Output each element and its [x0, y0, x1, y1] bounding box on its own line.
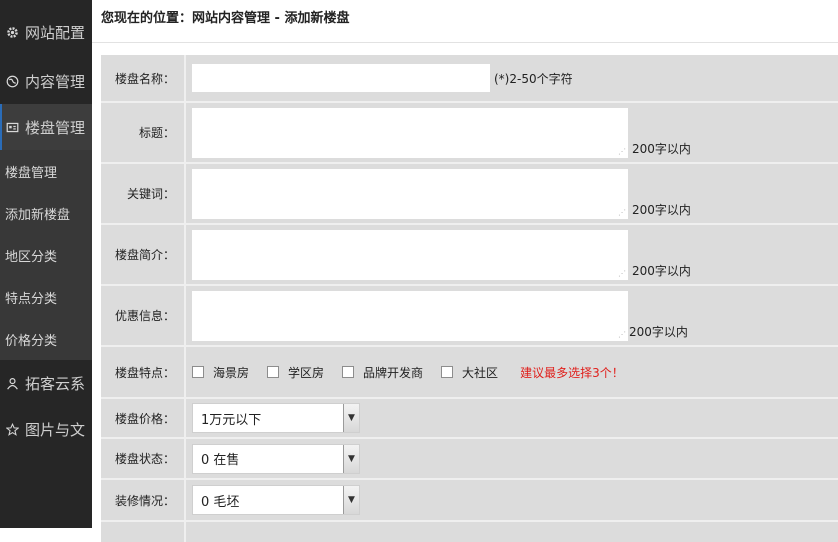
- decoration-select[interactable]: 0 毛坯 ▼: [192, 485, 360, 515]
- menu-item-property-management[interactable]: 楼盘管理: [0, 104, 92, 150]
- price-label: 楼盘价格：: [101, 399, 186, 437]
- price-select[interactable]: 1万元以下 ▼: [192, 403, 360, 433]
- submenu-item-property-list[interactable]: 楼盘管理: [0, 150, 92, 192]
- resize-grip-icon[interactable]: ⋰: [618, 208, 626, 217]
- menu-label: 图片与文: [25, 420, 86, 439]
- checkbox[interactable]: [342, 366, 355, 378]
- form-row-promo: 优惠信息： ⋰ 200字以内: [101, 286, 838, 347]
- keywords-label: 关键词：: [101, 164, 186, 223]
- feature-checkbox-group: 海景房 学区房 品牌开发商 大社区 建议最多选择3个！: [192, 364, 624, 381]
- add-property-form: 楼盘名称： (*)2-50个字符 标题： ⋰ 200字以内 关键词： ⋰ 200…: [101, 55, 838, 542]
- form-row-title: 标题： ⋰ 200字以内: [101, 103, 838, 164]
- promo-label: 优惠信息：: [101, 286, 186, 345]
- checkbox[interactable]: [441, 366, 454, 378]
- features-label: 楼盘特点：: [101, 347, 186, 397]
- checkbox[interactable]: [192, 366, 204, 378]
- intro-label: 楼盘简介：: [101, 225, 186, 284]
- menu-item-tuoke-cloud[interactable]: 拓客云系: [0, 360, 92, 406]
- chevron-down-icon[interactable]: ▼: [343, 444, 359, 473]
- name-label: 楼盘名称：: [101, 55, 186, 101]
- form-row-features: 楼盘特点： 海景房 学区房 品牌开发商 大社区 建议最多选择3个！: [101, 347, 838, 399]
- feature-warning: 建议最多选择3个！: [520, 365, 624, 380]
- field-cell: [186, 522, 838, 542]
- label-cell: [101, 522, 186, 542]
- form-row-price: 楼盘价格： 1万元以下 ▼: [101, 399, 838, 439]
- promo-hint: 200字以内: [629, 325, 688, 339]
- name-hint: (*)2-50个字符: [494, 71, 573, 86]
- submenu-item-add-property[interactable]: 添加新楼盘: [0, 192, 92, 234]
- status-select[interactable]: 0 在售 ▼: [192, 443, 360, 474]
- feature-option-brand-developer[interactable]: 品牌开发商: [342, 364, 423, 381]
- menu-label: 楼盘管理: [25, 118, 86, 137]
- resize-grip-icon[interactable]: ⋰: [618, 269, 626, 278]
- checkbox[interactable]: [267, 366, 280, 378]
- promo-textarea[interactable]: ⋰: [192, 290, 628, 341]
- decoration-selected-value: 0 毛坯: [201, 494, 240, 510]
- status-label: 楼盘状态：: [101, 439, 186, 478]
- title-textarea[interactable]: ⋰: [192, 107, 628, 158]
- submenu-item-price-category[interactable]: 价格分类: [0, 318, 92, 360]
- keywords-textarea[interactable]: ⋰: [192, 168, 628, 219]
- feature-option-large-community[interactable]: 大社区: [441, 364, 498, 381]
- form-row-decoration: 装修情况： 0 毛坯 ▼: [101, 480, 838, 522]
- menu-item-content-management[interactable]: 内容管理: [0, 58, 92, 104]
- main-content: 您现在的位置：网站内容管理 - 添加新楼盘 楼盘名称： (*)2-50个字符 标…: [92, 0, 838, 542]
- feature-option-school-district[interactable]: 学区房: [267, 364, 324, 381]
- decoration-label: 装修情况：: [101, 480, 186, 520]
- building-icon: [4, 119, 20, 135]
- submenu-item-feature-category[interactable]: 特点分类: [0, 276, 92, 318]
- form-row-status: 楼盘状态： 0 在售 ▼: [101, 439, 838, 480]
- title-hint: 200字以内: [632, 142, 691, 156]
- globe-icon: [4, 73, 20, 89]
- menu-item-images-text[interactable]: 图片与文: [0, 406, 92, 452]
- price-selected-value: 1万元以下: [201, 412, 262, 428]
- resize-grip-icon[interactable]: ⋰: [618, 330, 626, 339]
- submenu: 楼盘管理 添加新楼盘 地区分类 特点分类 价格分类: [0, 150, 92, 360]
- breadcrumb: 您现在的位置：网站内容管理 - 添加新楼盘: [92, 0, 838, 43]
- keywords-hint: 200字以内: [632, 203, 691, 217]
- menu-label: 拓客云系: [25, 374, 86, 393]
- menu-label: 网站配置: [25, 24, 86, 42]
- gear-icon: [4, 25, 20, 41]
- sidebar: 网站配置 内容管理 楼盘管理 楼盘管理 添加新楼盘 地区分类 特点分类 价格分类…: [0, 0, 92, 528]
- title-label: 标题：: [101, 103, 186, 162]
- feature-option-seaview[interactable]: 海景房: [192, 364, 249, 381]
- submenu-item-region-category[interactable]: 地区分类: [0, 234, 92, 276]
- form-row-partial: [101, 522, 838, 542]
- form-row-name: 楼盘名称： (*)2-50个字符: [101, 55, 838, 103]
- intro-hint: 200字以内: [632, 264, 691, 278]
- user-icon: [4, 375, 20, 391]
- menu-item-site-config[interactable]: 网站配置: [0, 0, 92, 58]
- star-icon: [4, 421, 20, 437]
- chevron-down-icon[interactable]: ▼: [343, 486, 359, 514]
- status-selected-value: 0 在售: [201, 453, 240, 468]
- form-row-intro: 楼盘简介： ⋰ 200字以内: [101, 225, 838, 286]
- menu-label: 内容管理: [25, 72, 86, 91]
- chevron-down-icon[interactable]: ▼: [343, 404, 359, 432]
- property-name-input[interactable]: [192, 64, 490, 92]
- form-row-keywords: 关键词： ⋰ 200字以内: [101, 164, 838, 225]
- intro-textarea[interactable]: ⋰: [192, 229, 628, 280]
- resize-grip-icon[interactable]: ⋰: [618, 147, 626, 156]
